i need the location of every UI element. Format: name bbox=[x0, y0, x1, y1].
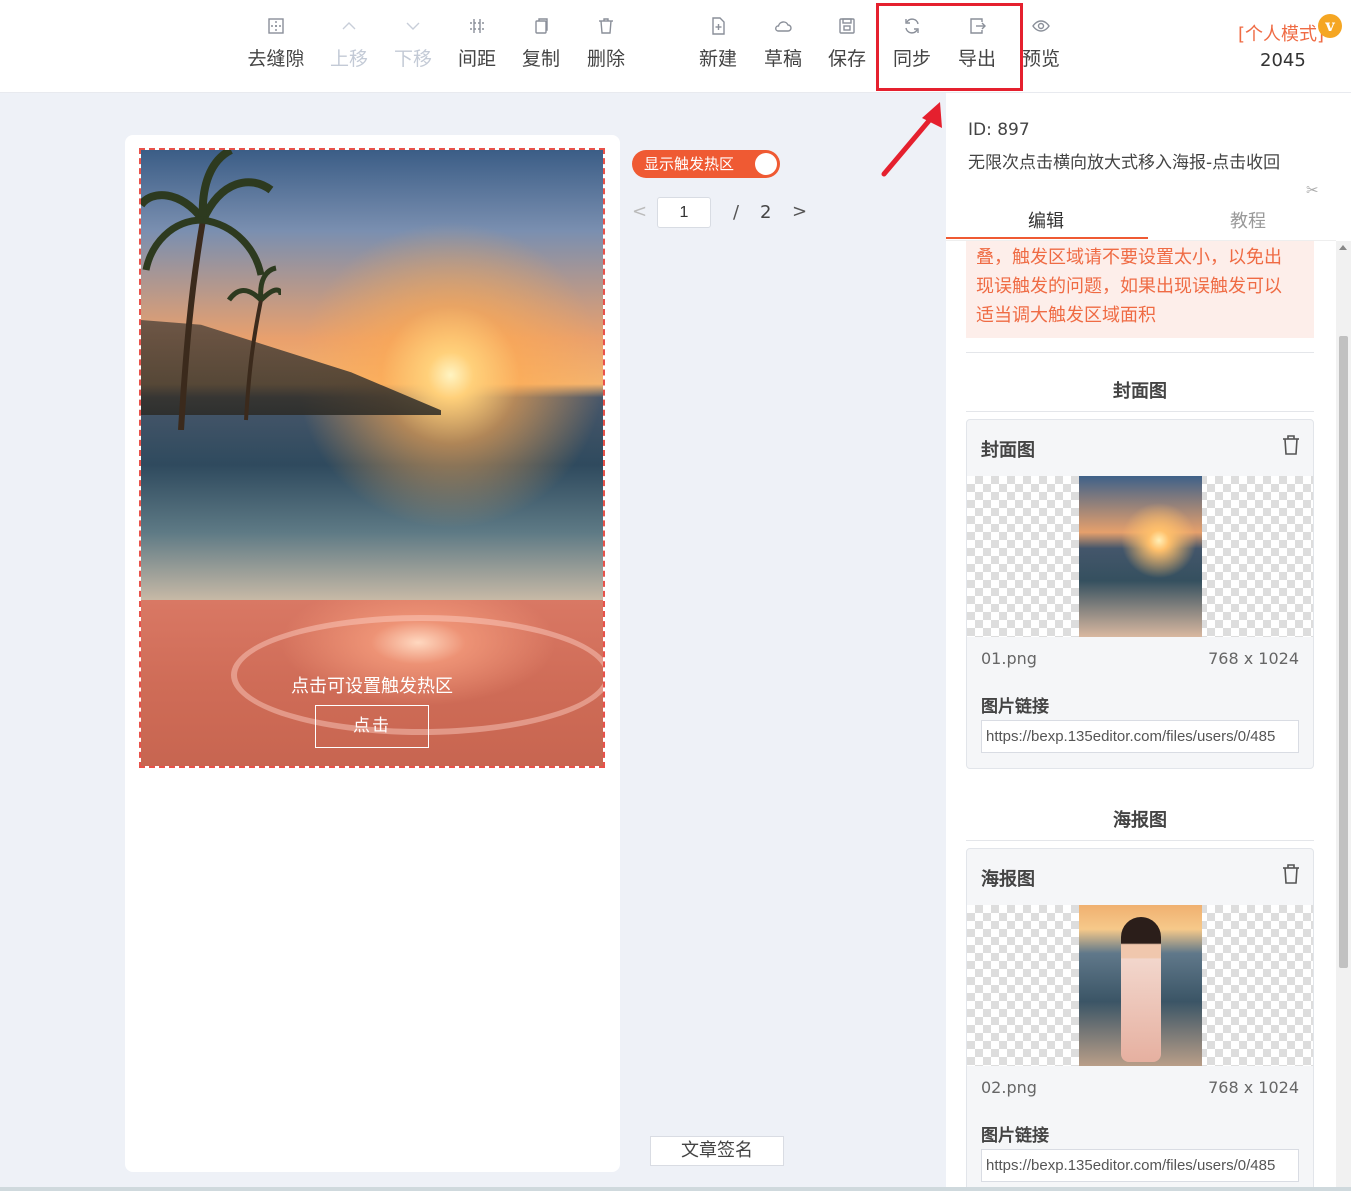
warning-line: 现误触发的问题，如果出现误触发可以 bbox=[976, 276, 1282, 297]
toggle-label: 显示触发热区 bbox=[644, 155, 735, 173]
new-label: 新建 bbox=[698, 48, 737, 70]
pager-prev-button[interactable]: < bbox=[632, 201, 647, 222]
panel-scroll-area[interactable]: 叠，触发区域请不要设置太小，以免出 现误触发的问题，如果出现误触发可以 适当调大… bbox=[946, 241, 1351, 1191]
tab-tutorial[interactable]: 教程 bbox=[1230, 207, 1266, 233]
pager-next-button[interactable]: > bbox=[792, 201, 807, 222]
pager-separator: / bbox=[733, 202, 740, 223]
trash-icon bbox=[571, 16, 641, 42]
cover-file-name: 01.png bbox=[981, 649, 1037, 668]
delete-button[interactable]: 删除 bbox=[571, 16, 641, 71]
move-down-button[interactable]: 下移 bbox=[378, 16, 448, 71]
cover-link-input[interactable]: https://bexp.135editor.com/files/users/0… bbox=[981, 720, 1299, 753]
poster-card-title: 海报图 bbox=[981, 869, 1035, 890]
new-button[interactable]: 新建 bbox=[683, 16, 753, 71]
move-down-label: 下移 bbox=[393, 48, 432, 70]
scroll-up-icon[interactable] bbox=[1339, 245, 1347, 250]
delete-label: 删除 bbox=[586, 48, 625, 70]
save-label: 保存 bbox=[827, 48, 866, 70]
palm-tree-icon bbox=[141, 150, 281, 430]
cover-card: 封面图 01.png 768 x 1024 图片链接 https://bexp.… bbox=[966, 419, 1314, 769]
template-description: 无限次点击横向放大式移入海报-点击收回 bbox=[968, 153, 1281, 173]
copy-label: 复制 bbox=[521, 48, 560, 70]
section-title-cover: 封面图 bbox=[1113, 381, 1167, 402]
vip-badge-icon: v bbox=[1318, 14, 1342, 38]
trash-icon[interactable] bbox=[1281, 863, 1301, 889]
move-up-label: 上移 bbox=[329, 48, 368, 70]
toolbar: 去缝隙 上移 下移 间距 复制 删除 新建 草稿 保存 同步 导出 预览 [个人… bbox=[0, 0, 1351, 93]
draft-label: 草稿 bbox=[763, 48, 802, 70]
show-hotzone-toggle[interactable]: 显示触发热区 bbox=[632, 150, 780, 178]
mode-label[interactable]: [个人模式] bbox=[1238, 20, 1324, 46]
save-icon bbox=[812, 16, 882, 42]
editor-canvas: 点击可设置触发热区 点击 bbox=[125, 135, 620, 1172]
gap-remove-button[interactable]: 去缝隙 bbox=[241, 16, 311, 71]
warning-line: 叠，触发区域请不要设置太小，以免出 bbox=[976, 247, 1282, 268]
copy-button[interactable]: 复制 bbox=[506, 16, 576, 71]
poster-preview[interactable]: 点击可设置触发热区 点击 bbox=[139, 148, 605, 768]
poster-file-size: 768 x 1024 bbox=[1208, 1078, 1299, 1097]
gap-remove-icon bbox=[241, 16, 311, 42]
spacing-label: 间距 bbox=[457, 48, 496, 70]
page-total: 2 bbox=[760, 202, 772, 223]
active-tab-indicator bbox=[946, 237, 1148, 239]
chevron-up-icon bbox=[314, 16, 384, 42]
scrollbar-thumb[interactable] bbox=[1339, 336, 1348, 968]
save-button[interactable]: 保存 bbox=[812, 16, 882, 71]
cover-image-preview[interactable] bbox=[967, 476, 1313, 637]
bottom-bar bbox=[0, 1187, 1351, 1191]
scrollbar[interactable] bbox=[1336, 241, 1351, 1191]
poster-thumbnail bbox=[1079, 905, 1202, 1066]
cover-file-size: 768 x 1024 bbox=[1208, 649, 1299, 668]
chevron-down-icon bbox=[378, 16, 448, 42]
toggle-knob bbox=[755, 153, 777, 175]
move-up-button[interactable]: 上移 bbox=[314, 16, 384, 71]
sunset-sea-image bbox=[141, 150, 603, 600]
divider bbox=[966, 840, 1314, 841]
gap-remove-label: 去缝隙 bbox=[247, 48, 305, 70]
cloud-icon bbox=[748, 16, 818, 42]
hotzone-button[interactable]: 点击 bbox=[315, 705, 429, 748]
red-arrow-icon bbox=[881, 102, 942, 177]
count-display: 2045 bbox=[1260, 50, 1306, 71]
poster-file-name: 02.png bbox=[981, 1078, 1037, 1097]
tab-edit[interactable]: 编辑 bbox=[1028, 207, 1064, 233]
poster-link-label: 图片链接 bbox=[981, 1126, 1049, 1146]
spacing-icon bbox=[442, 16, 512, 42]
copy-icon bbox=[506, 16, 576, 42]
warning-line: 适当调大触发区域面积 bbox=[976, 305, 1156, 326]
woman-figure bbox=[1121, 917, 1161, 1062]
trash-icon[interactable] bbox=[1281, 434, 1301, 460]
poster-image-preview[interactable] bbox=[967, 905, 1313, 1066]
spacing-button[interactable]: 间距 bbox=[442, 16, 512, 71]
draft-button[interactable]: 草稿 bbox=[748, 16, 818, 71]
panel-tabs: 编辑 教程 bbox=[946, 197, 1336, 241]
warning-box: 叠，触发区域请不要设置太小，以免出 现误触发的问题，如果出现误触发可以 适当调大… bbox=[966, 241, 1314, 338]
right-panel: ID: 897 无限次点击横向放大式移入海报-点击收回 ✂ 编辑 教程 叠，触发… bbox=[946, 93, 1351, 1191]
poster-card: 海报图 02.png 768 x 1024 图片链接 https://bexp.… bbox=[966, 848, 1314, 1191]
section-title-poster: 海报图 bbox=[1113, 810, 1167, 831]
highlight-box bbox=[876, 3, 1023, 91]
cover-thumbnail bbox=[1079, 476, 1202, 637]
template-id: ID: 897 bbox=[968, 120, 1030, 140]
cover-link-label: 图片链接 bbox=[981, 697, 1049, 717]
new-file-icon bbox=[683, 16, 753, 42]
divider bbox=[966, 352, 1314, 353]
page-number-input[interactable] bbox=[657, 197, 711, 228]
article-signature-button[interactable]: 文章签名 bbox=[650, 1136, 784, 1166]
cover-card-title: 封面图 bbox=[981, 440, 1035, 461]
divider bbox=[966, 411, 1314, 412]
hotzone-text: 点击可设置触发热区 bbox=[291, 676, 453, 697]
poster-link-input[interactable]: https://bexp.135editor.com/files/users/0… bbox=[981, 1149, 1299, 1182]
